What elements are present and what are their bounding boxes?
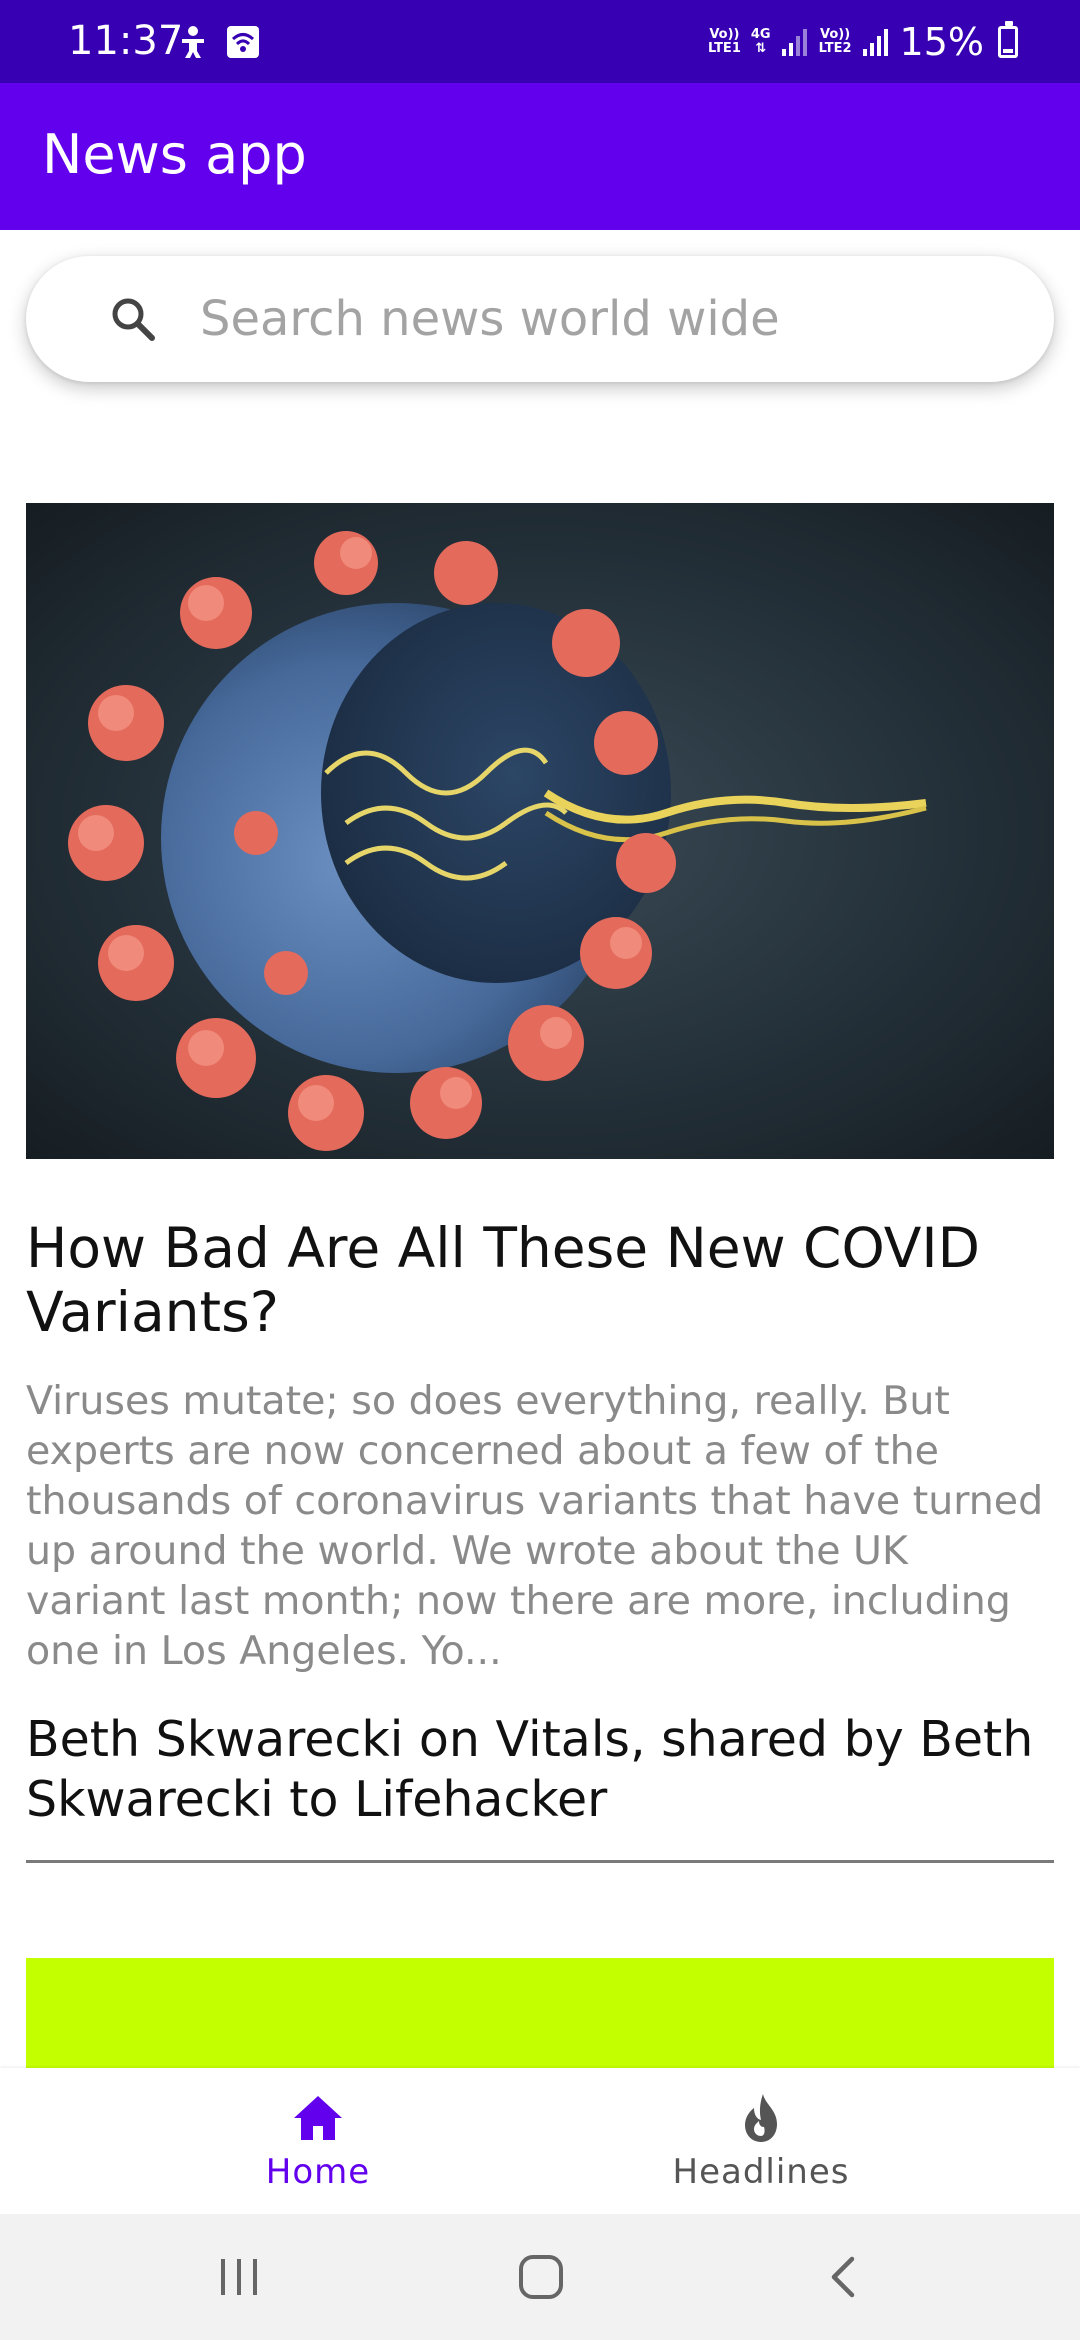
sim2-volte-indicator: Vo)) LTE2: [819, 28, 852, 56]
back-icon[interactable]: [813, 2247, 873, 2307]
wifi-hotspot-icon: [226, 24, 260, 60]
home-icon: [294, 2096, 342, 2140]
sim1-volte-bottom: LTE1: [707, 41, 741, 56]
system-navigation-bar: [0, 2214, 1080, 2340]
article-source: Beth Skwarecki on Vitals, shared by Beth…: [26, 1711, 1034, 1828]
status-time: 11:37: [68, 18, 184, 64]
status-right-group: Vo)) LTE1 4G ⇅ Vo)) LTE2 15%: [708, 16, 1018, 68]
sim1-volte-top: Vo)): [709, 27, 740, 42]
signal-sim2-icon: [862, 29, 888, 56]
recents-icon[interactable]: [209, 2247, 269, 2307]
article-description: Viruses mutate; so does everything, real…: [26, 1378, 1044, 1674]
sim1-volte-indicator: Vo)) LTE1: [708, 28, 741, 56]
accessibility-icon: [178, 24, 208, 60]
search-icon[interactable]: [108, 294, 158, 344]
battery-fill: [1003, 49, 1013, 53]
next-article-image[interactable]: [26, 1958, 1054, 2068]
battery-percentage: 15%: [899, 20, 984, 64]
nav-label-home: Home: [265, 2152, 371, 2192]
search-input[interactable]: [198, 276, 1018, 362]
app-title: News app: [42, 123, 307, 186]
nav-label-headlines: Headlines: [672, 2152, 850, 2192]
sim2-volte-bottom: LTE2: [818, 41, 852, 56]
signal-sim1-icon: [781, 29, 807, 56]
nav-item-home[interactable]: Home: [168, 2068, 468, 2214]
article-divider: [26, 1860, 1054, 1863]
bottom-navigation: Home Headlines: [0, 2068, 1080, 2214]
home-button-icon[interactable]: [511, 2247, 571, 2307]
status-bar: 11:37 Vo)) LTE1 4G ⇅ Vo)) LTE2 15%: [0, 0, 1080, 83]
coronavirus-illustration: [68, 531, 927, 1151]
sim2-volte-top: Vo)): [819, 27, 851, 42]
network-type-label: 4G: [750, 27, 771, 42]
fire-icon: [745, 2094, 777, 2142]
article-image[interactable]: [26, 503, 1054, 1159]
app-bar: News app: [0, 83, 1080, 230]
battery-icon: [998, 21, 1018, 58]
article-title[interactable]: How Bad Are All These New COVID Variants…: [26, 1216, 1056, 1344]
nav-item-headlines[interactable]: Headlines: [611, 2068, 911, 2214]
data-arrows-icon: ⇅: [755, 41, 767, 56]
search-bar[interactable]: [26, 256, 1054, 382]
network-type-indicator: 4G ⇅: [751, 28, 771, 56]
